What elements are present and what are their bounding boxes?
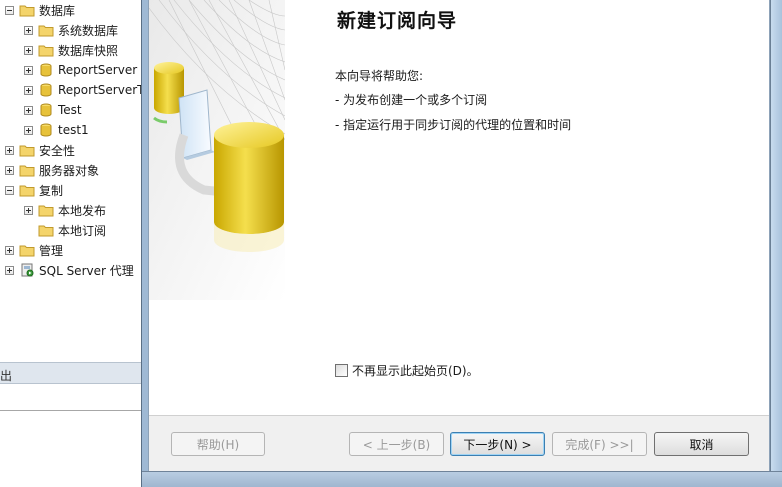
folder-icon — [19, 5, 35, 17]
window-frame — [142, 471, 782, 487]
skip-start-page-option[interactable]: 不再显示此起始页(D)。 — [335, 362, 479, 379]
database-icon — [40, 103, 52, 117]
database-icon — [40, 63, 52, 77]
folder-icon — [38, 205, 54, 217]
sql-agent-icon — [21, 263, 34, 277]
collapse-icon[interactable] — [5, 185, 14, 195]
page-title: 新建订阅向导 — [337, 10, 458, 32]
expand-icon[interactable] — [5, 265, 14, 275]
folder-icon — [38, 25, 54, 37]
folder-icon — [19, 145, 35, 157]
expand-icon[interactable] — [24, 45, 33, 55]
folder-icon — [19, 185, 35, 197]
tree-label: 本地发布 — [58, 203, 107, 218]
tree-label: 本地订阅 — [58, 223, 107, 238]
wizard-client-area: 新建订阅向导 本向导将帮助您: - 为发布创建一个或多个订阅 - 指定运行用于同… — [148, 0, 770, 471]
object-explorer: 数据库 系统数据库 数据库快照 ReportServer ReportServe… — [0, 0, 187, 487]
tree-node-local-subscriptions[interactable]: 本地订阅 — [24, 220, 106, 240]
wizard-content: 新建订阅向导 本向导将帮助您: - 为发布创建一个或多个订阅 - 指定运行用于同… — [285, 0, 769, 415]
wizard-banner-illustration — [149, 0, 285, 300]
database-icon — [40, 123, 52, 137]
tree-label: ReportServer — [58, 63, 138, 77]
finish-button[interactable]: 完成(F) >>| — [552, 432, 647, 456]
expand-icon[interactable] — [5, 145, 14, 155]
expand-icon[interactable] — [24, 25, 33, 35]
new-subscription-wizard: 新建订阅向导 本向导将帮助您: - 为发布创建一个或多个订阅 - 指定运行用于同… — [141, 0, 782, 487]
back-button[interactable]: < 上一步(B) — [349, 432, 444, 456]
skip-start-page-checkbox[interactable] — [335, 364, 348, 377]
bullet-item: - 为发布创建一个或多个订阅 — [335, 93, 488, 107]
divider — [0, 410, 150, 411]
next-button[interactable]: 下一步(N) > — [450, 432, 545, 456]
bullet-item: - 指定运行用于同步订阅的代理的位置和时间 — [335, 118, 572, 132]
folder-icon — [38, 225, 54, 237]
tree-node-security[interactable]: 安全性 — [5, 140, 75, 160]
tree-node-sql-agent[interactable]: SQL Server 代理 — [5, 260, 134, 280]
folder-icon — [19, 245, 35, 257]
tree-node-test[interactable]: Test — [24, 100, 82, 120]
expand-icon[interactable] — [5, 165, 14, 175]
cancel-button[interactable]: 取消 — [654, 432, 749, 456]
tree-label: 数据库 — [39, 3, 76, 18]
tree-label: test1 — [58, 123, 89, 137]
expand-icon[interactable] — [24, 205, 33, 215]
tree-node-system-databases[interactable]: 系统数据库 — [24, 20, 118, 40]
tree-node-test1[interactable]: test1 — [24, 120, 89, 140]
tree-label: Test — [58, 103, 82, 117]
window-frame — [770, 0, 782, 477]
tree-label: 服务器对象 — [39, 163, 100, 178]
expand-icon[interactable] — [24, 125, 33, 135]
tree-node-database-snapshots[interactable]: 数据库快照 — [24, 40, 118, 60]
tree-node-local-publications[interactable]: 本地发布 — [24, 200, 106, 220]
skip-start-page-label: 不再显示此起始页(D)。 — [352, 364, 479, 378]
expand-icon[interactable] — [24, 65, 33, 75]
tree-label: 复制 — [39, 183, 64, 198]
tree-label: SQL Server 代理 — [39, 263, 134, 278]
tree-label: 系统数据库 — [58, 23, 119, 38]
folder-icon — [38, 45, 54, 57]
wizard-button-bar: 帮助(H) < 上一步(B) 下一步(N) > 完成(F) >>| 取消 — [149, 415, 769, 471]
expand-icon[interactable] — [24, 85, 33, 95]
folder-icon — [19, 165, 35, 177]
database-icon — [40, 83, 52, 97]
tree-node-management[interactable]: 管理 — [5, 240, 63, 260]
intro-text: 本向导将帮助您: — [335, 69, 424, 83]
tree-node-databases[interactable]: 数据库 — [5, 0, 75, 20]
expand-icon[interactable] — [24, 105, 33, 115]
output-label: 出 — [0, 369, 13, 383]
tree-label: 数据库快照 — [58, 43, 119, 58]
tree-node-reportserver[interactable]: ReportServer — [24, 60, 137, 80]
collapse-icon[interactable] — [5, 5, 14, 15]
tree-node-replication[interactable]: 复制 — [5, 180, 63, 200]
tree-label: 管理 — [39, 243, 64, 258]
tree-node-server-objects[interactable]: 服务器对象 — [5, 160, 99, 180]
help-button[interactable]: 帮助(H) — [171, 432, 265, 456]
expand-icon[interactable] — [5, 245, 14, 255]
tree-label: 安全性 — [39, 143, 76, 158]
output-panel-header[interactable]: 出 — [0, 362, 150, 384]
